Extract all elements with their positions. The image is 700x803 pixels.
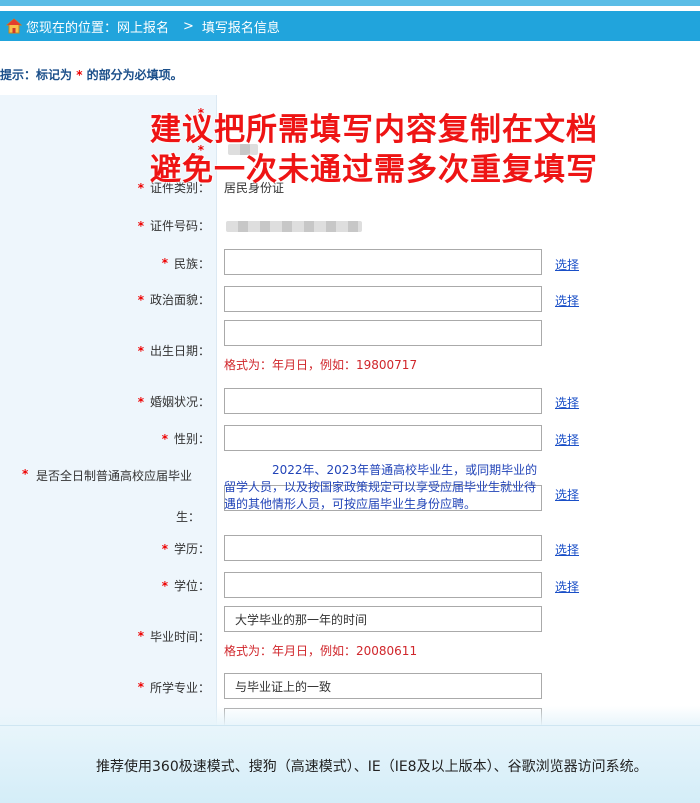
marital-input[interactable] xyxy=(224,388,542,414)
gender-label-text: 性别： xyxy=(173,432,210,446)
graduation-time-label: * 毕业时间： xyxy=(0,604,217,668)
ethnic-input[interactable] xyxy=(224,249,542,275)
hint-after: 的部分为必填项。 xyxy=(86,68,183,82)
degree-select-link[interactable]: 选择 xyxy=(555,578,579,595)
required-star: * xyxy=(137,629,144,643)
major-label: * 所学专业： xyxy=(0,668,217,706)
marital-select-link[interactable]: 选择 xyxy=(555,394,579,411)
id-number-label: * 证件号码： xyxy=(0,206,217,245)
graduation-time-label-text: 毕业时间： xyxy=(149,629,210,644)
birth-format-hint: 格式为：年月日，例如：19800717 xyxy=(224,358,418,372)
form-row-degree: * 学位： 选择 xyxy=(0,567,700,605)
overlay-tip-line2: 避免一次未通过需多次重复填写 xyxy=(150,152,598,188)
top-accent-bar xyxy=(0,0,700,6)
required-star: * xyxy=(137,292,144,307)
required-star: * xyxy=(161,578,168,593)
breadcrumb-separator: > xyxy=(183,18,194,34)
graduation-time-value: 大学毕业的那一年的时间 xyxy=(235,612,368,627)
political-label-text: 政治面貌： xyxy=(149,293,210,307)
form-row-political: * 政治面貌： 选择 xyxy=(0,281,700,319)
id-number-label-text: 证件号码： xyxy=(149,219,210,233)
scroll-fade xyxy=(0,706,700,726)
required-star: * xyxy=(137,218,144,233)
breadcrumb: 您现在的位置：网上报名 > 填写报名信息 xyxy=(0,11,700,41)
required-star: * xyxy=(137,680,144,694)
education-label: * 学历： xyxy=(0,530,217,567)
required-hint: 提示：标记为 * 的部分为必填项。 xyxy=(0,66,183,83)
degree-label: * 学位： xyxy=(0,567,217,604)
gender-label: * 性别： xyxy=(0,420,217,457)
form-row-graduation-time: * 毕业时间： 大学毕业的那一年的时间 格式为：年月日，例如：20080611 xyxy=(0,604,700,669)
required-star: * xyxy=(161,431,168,446)
ethnic-select-link[interactable]: 选择 xyxy=(555,256,579,273)
required-star: * xyxy=(161,541,168,556)
ethnic-label: * 民族： xyxy=(0,245,217,281)
political-input[interactable] xyxy=(224,286,542,312)
required-star: * xyxy=(137,343,144,358)
hint-star: * xyxy=(76,68,83,82)
gender-input[interactable] xyxy=(224,425,542,451)
degree-input[interactable] xyxy=(224,572,542,598)
marital-label-text: 婚姻状况： xyxy=(149,395,210,409)
education-label-text: 学历： xyxy=(173,542,210,556)
form-row-education: * 学历： 选择 xyxy=(0,530,700,568)
required-star: * xyxy=(137,394,144,409)
major-value: 与毕业证上的一致 xyxy=(235,679,332,694)
political-label: * 政治面貌： xyxy=(0,281,217,318)
degree-label-text: 学位： xyxy=(173,579,210,593)
hint-before: 提示：标记为 xyxy=(0,68,73,82)
redacted-id-number xyxy=(226,221,362,232)
major-label-text: 所学专业： xyxy=(149,680,210,695)
major-input[interactable]: 与毕业证上的一致 xyxy=(224,673,542,699)
graduation-format-hint: 格式为：年月日，例如：20080611 xyxy=(224,644,418,658)
required-star: * xyxy=(137,180,144,195)
breadcrumb-current: 填写报名信息 xyxy=(201,20,280,36)
birth-label: * 出生日期： xyxy=(0,318,217,383)
education-select-link[interactable]: 选择 xyxy=(555,541,579,558)
form-row-marital: * 婚姻状况： 选择 xyxy=(0,383,700,421)
breadcrumb-prefix: 您现在的位置：网上报名 xyxy=(26,20,170,36)
ethnic-label-text: 民族： xyxy=(173,256,210,271)
form-row-birth: * 出生日期： 格式为：年月日，例如：19800717 xyxy=(0,318,700,384)
fresh-graduate-label: * 是否全日制普通高校应届毕业 生： xyxy=(0,457,217,530)
education-input[interactable] xyxy=(224,535,542,561)
graduation-time-input[interactable]: 大学毕业的那一年的时间 xyxy=(224,606,542,632)
footer: 推荐使用360极速模式、搜狗（高速模式）、IE（IE8及以上版本）、谷歌浏览器访… xyxy=(0,725,700,803)
required-star: * xyxy=(22,467,29,481)
fresh-label-line1: 是否全日制普通高校应届毕业 xyxy=(36,469,193,483)
marital-label: * 婚姻状况： xyxy=(0,383,217,420)
form-row-fresh-graduate: * 是否全日制普通高校应届毕业 生： 2022年、2023年普通高校毕业生，或同… xyxy=(0,457,700,531)
birth-label-text: 出生日期： xyxy=(149,344,210,358)
home-icon[interactable] xyxy=(5,18,23,34)
form-row-ethnic: * 民族： 选择 xyxy=(0,245,700,282)
political-select-link[interactable]: 选择 xyxy=(555,292,579,309)
overlay-tip-line1: 建议把所需填写内容复制在文档 xyxy=(150,112,598,148)
required-star: * xyxy=(161,256,168,270)
form-row-id-number: * 证件号码： xyxy=(0,206,700,246)
form-row-gender: * 性别： 选择 xyxy=(0,420,700,458)
form-row-major: * 所学专业： 与毕业证上的一致 xyxy=(0,668,700,707)
gender-select-link[interactable]: 选择 xyxy=(555,431,579,448)
fresh-graduate-select-link[interactable]: 选择 xyxy=(555,486,579,503)
birth-input[interactable] xyxy=(224,320,542,346)
fresh-label-line2: 生： xyxy=(176,510,201,524)
browser-recommendation: 推荐使用360极速模式、搜狗（高速模式）、IE（IE8及以上版本）、谷歌浏览器访… xyxy=(96,759,648,775)
fresh-graduate-note: 2022年、2023年普通高校毕业生，或同期毕业的留学人员，以及按国家政策规定可… xyxy=(224,463,538,511)
